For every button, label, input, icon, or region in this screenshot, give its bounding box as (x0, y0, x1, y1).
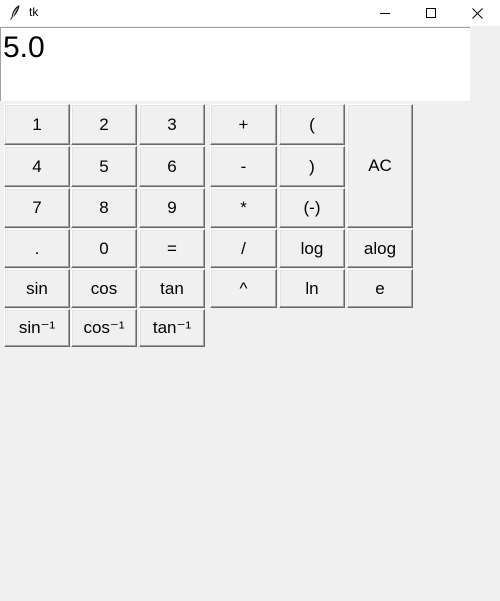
key-9[interactable]: 9 (139, 188, 205, 228)
key-negate[interactable]: (-) (279, 188, 345, 228)
key-3[interactable]: 3 (139, 104, 205, 145)
key-close-paren[interactable]: ) (279, 146, 345, 187)
calculator-display[interactable]: 5.0 (0, 27, 470, 101)
key-alog[interactable]: alog (347, 229, 413, 268)
key-log[interactable]: log (279, 229, 345, 268)
key-power[interactable]: ^ (210, 269, 277, 308)
key-all-clear[interactable]: AC (347, 104, 413, 228)
maximize-icon (426, 8, 436, 18)
key-4[interactable]: 4 (4, 146, 70, 187)
minimize-icon (380, 13, 390, 14)
key-decimal[interactable]: . (4, 229, 70, 268)
tk-feather-icon (9, 4, 21, 20)
key-e[interactable]: e (347, 269, 413, 308)
key-arccos[interactable]: cos⁻¹ (71, 309, 137, 347)
close-button[interactable] (454, 0, 500, 26)
key-5[interactable]: 5 (71, 146, 137, 187)
key-cos[interactable]: cos (71, 269, 137, 308)
minimize-button[interactable] (362, 0, 408, 26)
key-tan[interactable]: tan (139, 269, 205, 308)
window-title: tk (29, 5, 39, 19)
key-1[interactable]: 1 (4, 104, 70, 145)
key-7[interactable]: 7 (4, 188, 70, 228)
key-6[interactable]: 6 (139, 146, 205, 187)
key-sin[interactable]: sin (4, 269, 70, 308)
maximize-button[interactable] (408, 0, 454, 26)
display-value: 5.0 (3, 31, 45, 64)
key-arcsin[interactable]: sin⁻¹ (4, 309, 70, 347)
key-divide[interactable]: / (210, 229, 277, 268)
key-8[interactable]: 8 (71, 188, 137, 228)
close-icon (471, 7, 483, 19)
key-open-paren[interactable]: ( (279, 104, 345, 145)
key-multiply[interactable]: * (210, 188, 277, 228)
key-plus[interactable]: + (210, 104, 277, 145)
key-ln[interactable]: ln (279, 269, 345, 308)
key-arctan[interactable]: tan⁻¹ (139, 309, 205, 347)
key-0[interactable]: 0 (71, 229, 137, 268)
key-2[interactable]: 2 (71, 104, 137, 145)
title-bar[interactable]: tk (0, 0, 500, 26)
key-minus[interactable]: - (210, 146, 277, 187)
key-equals[interactable]: = (139, 229, 205, 268)
